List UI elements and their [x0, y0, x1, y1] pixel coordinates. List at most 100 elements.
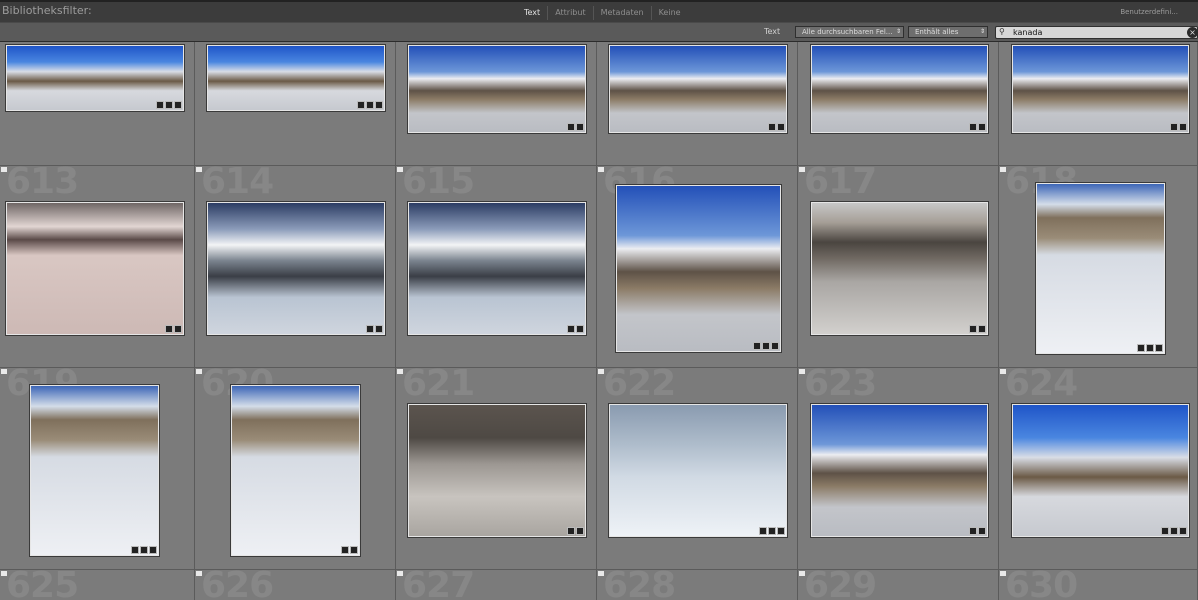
search-box[interactable]: ⚲ × — [995, 26, 1198, 39]
grid-cell[interactable] — [396, 42, 597, 166]
cell-index-number: 625 — [6, 565, 79, 600]
flag-icon[interactable] — [196, 571, 202, 576]
grid-cell[interactable] — [798, 42, 999, 166]
photo-thumbnail[interactable] — [609, 404, 787, 537]
search-input[interactable] — [1013, 27, 1183, 38]
thumbnail-badges — [366, 325, 383, 333]
tab-text[interactable]: Text — [517, 6, 549, 20]
grid-cell[interactable]: 622 — [597, 364, 798, 570]
flag-icon[interactable] — [397, 571, 403, 576]
clear-search-icon[interactable]: × — [1187, 27, 1198, 38]
grid-cell[interactable] — [597, 42, 798, 166]
flag-icon[interactable] — [1000, 369, 1006, 374]
flag-icon[interactable] — [1, 571, 7, 576]
cell-index-number: 627 — [402, 565, 475, 600]
grid-cell[interactable]: 628 — [597, 566, 798, 600]
flag-icon[interactable] — [196, 369, 202, 374]
photo-thumbnail[interactable] — [408, 45, 586, 133]
cell-index-number: 613 — [6, 161, 79, 202]
thumbnail-badges — [753, 342, 779, 350]
photo-thumbnail[interactable] — [6, 45, 184, 111]
tab-metadata[interactable]: Metadaten — [594, 6, 652, 20]
grid-cell[interactable]: 616 — [597, 162, 798, 368]
flag-icon[interactable] — [799, 369, 805, 374]
search-rule-dropdown[interactable]: Enthält alles ⇕ — [908, 26, 988, 38]
grid-cell[interactable]: 617 — [798, 162, 999, 368]
metadata-icon — [1146, 344, 1154, 352]
cell-index-number: 628 — [603, 565, 676, 600]
thumbnail-badges — [969, 123, 986, 131]
grid-cell[interactable]: 627 — [396, 566, 597, 600]
flag-icon[interactable] — [799, 571, 805, 576]
edited-icon — [768, 123, 776, 131]
photo-thumbnail[interactable] — [1012, 404, 1189, 537]
photo-thumbnail[interactable] — [408, 202, 586, 335]
grid-cell[interactable]: 615 — [396, 162, 597, 368]
crop-icon — [777, 527, 785, 535]
grid-cell[interactable]: 630 — [999, 566, 1198, 600]
flag-icon[interactable] — [598, 167, 604, 172]
edited-icon — [1161, 527, 1169, 535]
photo-thumbnail[interactable] — [30, 385, 159, 556]
flag-icon[interactable] — [1, 369, 7, 374]
photo-thumbnail[interactable] — [6, 202, 184, 335]
crop-icon — [777, 123, 785, 131]
filter-preset-dropdown[interactable]: Benutzerdefini... — [1120, 8, 1178, 16]
flag-icon[interactable] — [196, 167, 202, 172]
search-icon: ⚲ — [999, 27, 1005, 36]
crop-icon — [576, 123, 584, 131]
flag-icon[interactable] — [1000, 167, 1006, 172]
grid-cell[interactable]: 618 — [999, 162, 1198, 368]
cell-index-number: 615 — [402, 161, 475, 202]
crop-icon — [1179, 527, 1187, 535]
grid-cell[interactable]: 614 — [195, 162, 396, 368]
metadata-icon — [366, 101, 374, 109]
grid-cell[interactable]: 620 — [195, 364, 396, 570]
flag-icon[interactable] — [1000, 571, 1006, 576]
photo-thumbnail[interactable] — [811, 404, 988, 537]
edited-icon — [165, 325, 173, 333]
grid-cell[interactable]: 621 — [396, 364, 597, 570]
thumbnail-badges — [1161, 527, 1187, 535]
edited-icon — [366, 325, 374, 333]
flag-icon[interactable] — [598, 369, 604, 374]
flag-icon[interactable] — [1, 167, 7, 172]
grid-cell[interactable] — [0, 42, 195, 166]
metadata-icon — [1170, 527, 1178, 535]
grid-cell[interactable]: 623 — [798, 364, 999, 570]
flag-icon[interactable] — [397, 167, 403, 172]
chevron-updown-icon: ⇕ — [979, 28, 985, 35]
grid-cell[interactable]: 626 — [195, 566, 396, 600]
photo-thumbnail[interactable] — [1012, 45, 1189, 133]
tab-attribute[interactable]: Attribut — [548, 6, 594, 20]
edited-icon — [1170, 123, 1178, 131]
photo-thumbnail[interactable] — [231, 385, 360, 556]
grid-cell[interactable]: 624 — [999, 364, 1198, 570]
flag-icon[interactable] — [598, 571, 604, 576]
grid-cell[interactable]: 625 — [0, 566, 195, 600]
search-field-dropdown[interactable]: Alle durchsuchbaren Fel... ⇕ — [795, 26, 904, 38]
edited-icon — [969, 325, 977, 333]
grid-cell[interactable]: 619 — [0, 364, 195, 570]
flag-icon[interactable] — [397, 369, 403, 374]
photo-thumbnail[interactable] — [408, 404, 586, 537]
photo-thumbnail[interactable] — [811, 202, 988, 335]
edited-icon — [567, 527, 575, 535]
flag-icon[interactable] — [799, 167, 805, 172]
cell-index-number: 623 — [804, 363, 877, 404]
crop-icon — [375, 101, 383, 109]
crop-icon — [978, 527, 986, 535]
photo-thumbnail[interactable] — [207, 45, 385, 111]
photo-thumbnail[interactable] — [616, 185, 781, 352]
grid-cell[interactable]: 629 — [798, 566, 999, 600]
tab-none[interactable]: Keine — [652, 6, 688, 20]
thumbnail-badges — [567, 325, 584, 333]
photo-thumbnail[interactable] — [811, 45, 988, 133]
grid-cell[interactable] — [195, 42, 396, 166]
photo-thumbnail[interactable] — [1036, 183, 1165, 354]
grid-cell[interactable] — [999, 42, 1198, 166]
photo-thumbnail[interactable] — [609, 45, 787, 133]
photo-thumbnail[interactable] — [207, 202, 385, 335]
grid-cell[interactable]: 613 — [0, 162, 195, 368]
metadata-icon — [165, 101, 173, 109]
